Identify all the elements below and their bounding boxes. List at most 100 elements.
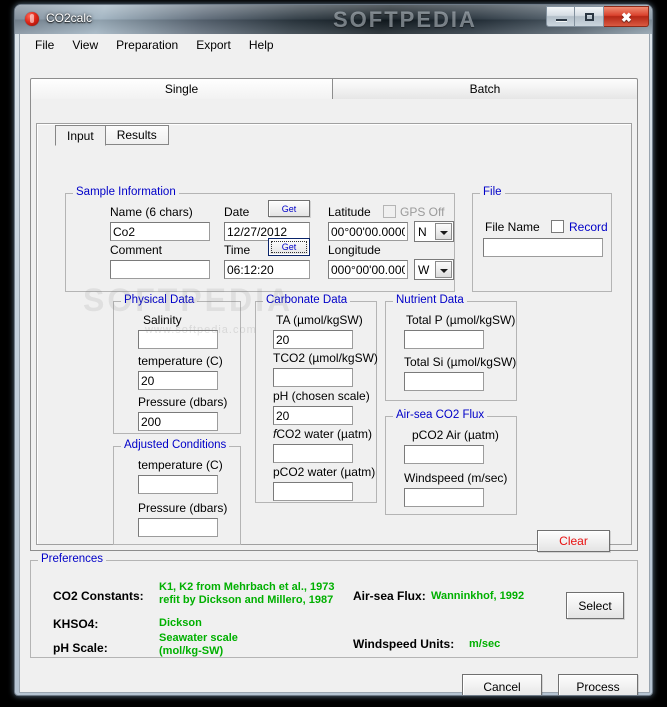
- co2-constants-value: K1, K2 from Mehrbach et al., 1973 refit …: [159, 581, 335, 606]
- longitude-label: Longitude: [328, 243, 381, 257]
- tab-batch[interactable]: Batch: [333, 78, 638, 100]
- menu-item-preparation[interactable]: Preparation: [107, 36, 187, 54]
- air-sea-flux-title: Air-sea CO2 Flux: [393, 409, 488, 421]
- get-date-button[interactable]: Get: [268, 200, 310, 217]
- menu-item-file[interactable]: File: [26, 36, 63, 54]
- ta-input[interactable]: [273, 330, 353, 349]
- nutrient-data-group: Nutrient Data Total P (µmol/kgSW) Total …: [385, 294, 517, 401]
- record-checkbox[interactable]: [551, 220, 564, 233]
- tab-input[interactable]: Input: [55, 125, 106, 146]
- ph-scale-label: pH Scale:: [53, 641, 108, 655]
- date-label: Date: [224, 205, 250, 219]
- chevron-down-icon[interactable]: [435, 223, 452, 240]
- ph-input[interactable]: [273, 406, 353, 425]
- sample-information-title: Sample Information: [73, 186, 179, 198]
- get-time-button[interactable]: Get: [268, 238, 310, 256]
- maximize-icon: [585, 13, 594, 21]
- time-input[interactable]: [224, 260, 310, 279]
- latitude-hemisphere-value: N: [418, 224, 427, 239]
- physical-pressure-label: Pressure (dbars): [138, 395, 228, 409]
- input-results-tabs: Input Results: [55, 125, 169, 146]
- physical-pressure-input[interactable]: [138, 412, 218, 431]
- file-group: File File Name Record: [472, 186, 612, 292]
- longitude-input[interactable]: [328, 260, 408, 279]
- air-sea-flux-pref-label: Air-sea Flux:: [353, 589, 426, 603]
- file-name-label: File Name: [485, 220, 540, 234]
- longitude-hemisphere-select[interactable]: W: [414, 259, 454, 280]
- menu-item-export[interactable]: Export: [187, 36, 240, 54]
- comment-input[interactable]: [110, 260, 210, 279]
- close-button[interactable]: ✖: [604, 6, 649, 27]
- physical-data-title: Physical Data: [121, 294, 198, 306]
- physical-data-group: Physical Data Salinity temperature (C) P…: [113, 294, 241, 434]
- gps-label: GPS Off: [400, 205, 445, 219]
- file-group-title: File: [480, 186, 505, 198]
- sample-information-group: Sample Information Name (6 chars) Commen…: [65, 186, 455, 292]
- mode-tabs: Single Batch: [30, 78, 638, 100]
- total-si-label: Total Si (µmol/kgSW): [404, 355, 517, 369]
- name-input[interactable]: [110, 222, 210, 241]
- menu-item-view[interactable]: View: [63, 36, 107, 54]
- window-title: CO2calc: [46, 11, 93, 25]
- total-si-input[interactable]: [404, 372, 484, 391]
- longitude-hemisphere-value: W: [418, 262, 430, 277]
- file-name-input[interactable]: [483, 238, 603, 257]
- minimize-button[interactable]: [546, 6, 575, 27]
- minimize-icon: [556, 19, 567, 21]
- clear-button[interactable]: Clear: [537, 530, 610, 552]
- maximize-button[interactable]: [575, 6, 604, 27]
- adjusted-conditions-title: Adjusted Conditions: [121, 439, 230, 451]
- physical-temperature-input[interactable]: [138, 371, 218, 390]
- tab-results[interactable]: Results: [104, 125, 169, 145]
- pco2-air-input[interactable]: [404, 445, 484, 464]
- khso4-label: KHSO4:: [53, 617, 99, 631]
- title-bar[interactable]: SOFTPEDIA CO2calc ✖: [15, 5, 652, 34]
- cancel-button[interactable]: Cancel: [462, 674, 542, 695]
- preferences-group: Preferences CO2 Constants: K1, K2 from M…: [30, 553, 638, 658]
- client-area: File View Preparation Export Help Single…: [19, 34, 650, 695]
- chevron-down-icon[interactable]: [435, 261, 452, 278]
- total-p-label: Total P (µmol/kgSW): [406, 313, 516, 327]
- app-icon: [25, 12, 39, 26]
- adjusted-temperature-label: temperature (C): [138, 458, 223, 472]
- latitude-input[interactable]: [328, 222, 408, 241]
- preferences-title: Preferences: [38, 553, 107, 565]
- name-label: Name (6 chars): [110, 205, 193, 219]
- ta-label: TA (µmol/kgSW): [276, 313, 363, 327]
- total-p-input[interactable]: [404, 330, 484, 349]
- fco2-label-rest: CO2 water (µatm): [276, 427, 372, 441]
- adjusted-pressure-input[interactable]: [138, 518, 218, 537]
- menu-item-help[interactable]: Help: [240, 36, 283, 54]
- select-preferences-button[interactable]: Select: [566, 592, 624, 619]
- pco2-air-label: pCO2 Air (µatm): [412, 428, 499, 442]
- carbonate-data-group: Carbonate Data TA (µmol/kgSW) TCO2 (µmol…: [255, 294, 378, 503]
- ph-label: pH (chosen scale): [273, 389, 370, 403]
- salinity-input[interactable]: [138, 330, 218, 349]
- process-button[interactable]: Process: [558, 674, 638, 695]
- khso4-value: Dickson: [159, 617, 202, 629]
- tco2-label: TCO2 (µmol/kgSW): [273, 351, 378, 365]
- pco2-water-input[interactable]: [273, 482, 353, 501]
- window-controls: ✖: [546, 6, 649, 27]
- tab-single[interactable]: Single: [30, 78, 333, 100]
- windspeed-input[interactable]: [404, 488, 484, 507]
- fco2-label: fCO2 water (µatm): [273, 427, 372, 441]
- fco2-input[interactable]: [273, 444, 353, 463]
- record-label: Record: [569, 220, 608, 234]
- tco2-input[interactable]: [273, 368, 353, 387]
- pco2-water-label: pCO2 water (µatm): [273, 465, 376, 479]
- gps-checkbox[interactable]: [383, 205, 396, 218]
- air-sea-flux-pref-value: Wanninkhof, 1992: [431, 590, 525, 602]
- menu-bar: File View Preparation Export Help: [20, 34, 649, 55]
- latitude-label: Latitude: [328, 205, 371, 219]
- comment-label: Comment: [110, 243, 163, 257]
- co2-constants-label: CO2 Constants:: [53, 589, 144, 603]
- close-icon: ✖: [621, 10, 632, 25]
- adjusted-temperature-input[interactable]: [138, 475, 218, 494]
- windspeed-units-label: Windspeed Units:: [353, 637, 455, 651]
- nutrient-data-title: Nutrient Data: [393, 294, 467, 306]
- salinity-label: Salinity: [143, 313, 182, 327]
- time-label: Time: [224, 243, 251, 257]
- single-mode-panel: Input Results SOFTPEDIA www.softpedia.co…: [30, 99, 638, 552]
- latitude-hemisphere-select[interactable]: N: [414, 221, 454, 242]
